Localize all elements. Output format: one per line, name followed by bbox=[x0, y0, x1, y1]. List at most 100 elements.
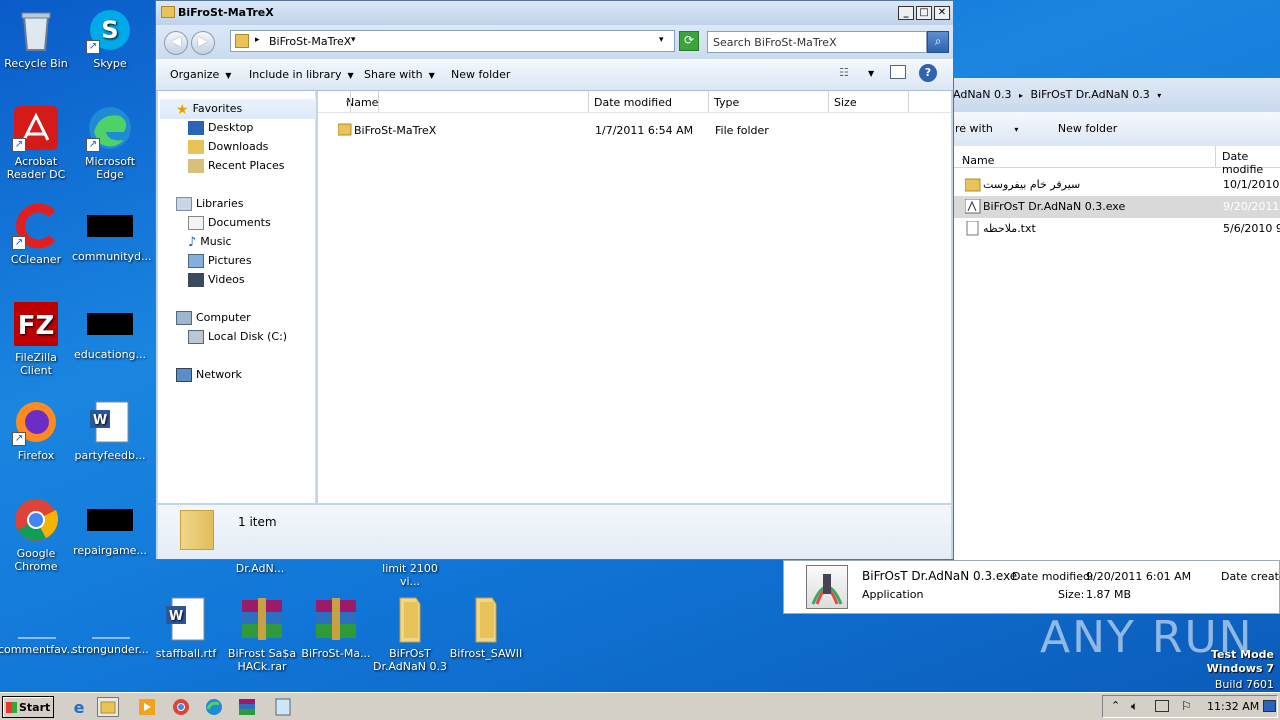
file-list[interactable]: Name ▴ Date modified Type Size BiFroSt-M… bbox=[318, 91, 951, 503]
file-row[interactable]: سيرفر خام بيفروست 10/1/2010 5 bbox=[953, 174, 1280, 196]
search-input[interactable]: Search BiFroSt-MaTreX bbox=[707, 31, 927, 53]
minimize-button[interactable]: _ bbox=[898, 6, 914, 20]
change-view-icon[interactable]: ☷ bbox=[839, 66, 849, 79]
column-date-header[interactable]: Date modified bbox=[589, 91, 709, 113]
desktop-icon-educationg[interactable]: educationg... bbox=[72, 300, 148, 361]
nav-item-network[interactable]: Network bbox=[176, 368, 242, 382]
sort-up-icon: ▴ bbox=[332, 91, 351, 113]
desktop-icon-ccleaner[interactable]: ↗ CCleaner bbox=[0, 202, 74, 266]
nav-label: Desktop bbox=[208, 121, 254, 134]
share-with-menu[interactable]: re with ▾ bbox=[955, 122, 1036, 135]
chrome-taskbar-icon[interactable] bbox=[170, 697, 192, 717]
desktop-icon-edge[interactable]: ↗ Microsoft Edge bbox=[72, 104, 148, 181]
back-button[interactable]: ◀ bbox=[164, 31, 188, 55]
explorer-window[interactable]: BiFroSt-MaTreX _ □ ✕ ◀ ▶ ▸ BiFroSt-MaTre… bbox=[155, 0, 954, 560]
desktop-icon-bifrost-adnan[interactable]: BiFrOsT Dr.AdNaN 0.3 bbox=[372, 596, 448, 673]
desktop-icon-label: strongunder... bbox=[72, 643, 149, 656]
nav-item-computer[interactable]: Computer bbox=[176, 311, 251, 325]
preview-pane-icon[interactable] bbox=[890, 65, 906, 79]
background-explorer-window[interactable]: AdNaN 0.3 ▸ BiFrOsT Dr.AdNaN 0.3 ▾ re wi… bbox=[952, 78, 1280, 560]
desktop-icon-bifrost-matrex-rar[interactable]: BiFroSt-Ma... bbox=[298, 596, 374, 660]
start-button[interactable]: Start bbox=[2, 696, 54, 718]
background-address-bar[interactable]: AdNaN 0.3 ▸ BiFrOsT Dr.AdNaN 0.3 ▾ bbox=[953, 78, 1280, 112]
desktop-icon-recycle-bin[interactable]: Recycle Bin bbox=[0, 6, 74, 70]
close-button[interactable]: ✕ bbox=[934, 6, 950, 20]
nav-label: Videos bbox=[208, 273, 245, 286]
breadcrumb-segment[interactable]: BiFroSt-MaTreX bbox=[269, 35, 351, 48]
include-in-library-menu[interactable]: Include in library ▼ bbox=[249, 68, 354, 81]
desktop-icon-chrome[interactable]: Google Chrome bbox=[0, 496, 74, 573]
file-name: BiFrOsT Dr.AdNaN 0.3.exe bbox=[983, 200, 1126, 213]
desktop-icon-communityd[interactable]: communityd... bbox=[72, 202, 152, 263]
search-icon[interactable]: ⌕ bbox=[927, 31, 949, 53]
nav-item-recent-places[interactable]: Recent Places bbox=[188, 159, 285, 173]
action-center-flag-icon[interactable]: ⚐ bbox=[1181, 699, 1192, 713]
nav-item-downloads[interactable]: Downloads bbox=[188, 140, 268, 154]
desktop-icon-bifrost-sawii[interactable]: Bifrost_SAWII bbox=[448, 596, 524, 660]
nav-item-local-disk[interactable]: Local Disk (C:) bbox=[188, 330, 287, 344]
share-with-menu[interactable]: Share with ▼ bbox=[364, 68, 435, 81]
column-date-header[interactable]: Date modifie bbox=[1215, 146, 1280, 176]
desktop-icon-label: Firefox bbox=[17, 449, 55, 462]
desktop-icon-dr-adn[interactable]: Dr.AdN... bbox=[222, 562, 298, 575]
show-hidden-icons-icon[interactable]: ⌃ bbox=[1111, 699, 1120, 712]
column-size-header[interactable]: Size bbox=[829, 91, 909, 113]
desktop-icon-limit[interactable]: limit 2100 vi... bbox=[372, 562, 448, 588]
chevron-right-icon[interactable]: ▸ bbox=[255, 35, 260, 45]
column-name-header[interactable]: Name ▴ bbox=[318, 91, 589, 113]
explorer-taskbar-icon[interactable] bbox=[97, 697, 119, 717]
winrar-taskbar-icon[interactable] bbox=[236, 697, 258, 717]
maximize-button[interactable]: □ bbox=[916, 6, 932, 20]
view-dropdown-icon[interactable]: ▼ bbox=[868, 69, 874, 78]
column-header: Name ▴ Date modified Type Size bbox=[318, 91, 951, 113]
desktop-icon-partyfeedb[interactable]: W partyfeedb... bbox=[72, 398, 148, 462]
notepad-taskbar-icon[interactable] bbox=[272, 697, 294, 717]
desktop-icon-bifrost-sasa-rar[interactable]: BiFrost Sa$a HACk.rar bbox=[224, 596, 300, 673]
file-row[interactable]: BiFroSt-MaTreX 1/7/2011 6:54 AM File fol… bbox=[318, 121, 951, 141]
new-folder-button[interactable]: New folder bbox=[1058, 122, 1117, 135]
desktop-icon-filezilla[interactable]: FZ FileZilla Client bbox=[0, 300, 74, 377]
breadcrumb-segment[interactable]: AdNaN 0.3 bbox=[953, 88, 1012, 101]
desktop-icon-label: FileZilla Client bbox=[15, 351, 57, 377]
edge-taskbar-icon[interactable] bbox=[203, 697, 225, 717]
network-tray-icon[interactable] bbox=[1155, 700, 1169, 712]
nav-item-documents[interactable]: Documents bbox=[188, 216, 271, 230]
nav-item-favorites-label[interactable]: ★ Favorites bbox=[176, 102, 242, 118]
show-desktop-icon[interactable] bbox=[1263, 700, 1276, 712]
folder-icon bbox=[235, 34, 249, 48]
forward-button[interactable]: ▶ bbox=[191, 31, 215, 55]
nav-item-desktop[interactable]: Desktop bbox=[188, 121, 253, 135]
skype-icon: S ↗ bbox=[86, 6, 134, 54]
help-icon[interactable]: ? bbox=[919, 64, 937, 82]
desktop-icon-staffball[interactable]: W staffball.rtf bbox=[148, 596, 224, 660]
internet-explorer-icon[interactable]: e bbox=[68, 697, 90, 717]
new-folder-button[interactable]: New folder bbox=[451, 68, 510, 81]
desktop-icon-skype[interactable]: S ↗ Skype bbox=[72, 6, 148, 70]
desktop-icon-repairgame[interactable]: repairgame... bbox=[72, 496, 148, 557]
title-bar[interactable]: BiFroSt-MaTreX _ □ ✕ bbox=[156, 1, 953, 25]
refresh-icon[interactable]: ⟳ bbox=[679, 31, 699, 51]
desktop-icon-firefox[interactable]: ↗ Firefox bbox=[0, 398, 74, 462]
organize-menu[interactable]: Organize ▼ bbox=[170, 68, 231, 81]
desktop-icon-acrobat[interactable]: ↗ Acrobat Reader DC bbox=[0, 104, 74, 181]
sort-up-icon: ▴ bbox=[962, 154, 966, 162]
address-bar[interactable]: ▸ BiFroSt-MaTreX ▾ ▾ bbox=[230, 30, 675, 52]
media-player-icon[interactable] bbox=[136, 697, 158, 717]
file-row[interactable]: ملاحظه.txt 5/6/2010 9: bbox=[953, 218, 1280, 240]
svg-text:W: W bbox=[169, 609, 183, 624]
desktop-icon-strongunder[interactable]: strongunder... bbox=[72, 594, 149, 656]
recycle-bin-icon bbox=[12, 6, 60, 54]
nav-item-pictures[interactable]: Pictures bbox=[188, 254, 252, 268]
desktop-icon-commentfav[interactable]: commentfav... bbox=[0, 594, 77, 656]
nav-item-libraries[interactable]: Libraries bbox=[176, 197, 244, 211]
nav-item-music[interactable]: ♪ Music bbox=[188, 235, 232, 250]
clock[interactable]: 11:32 AM bbox=[1207, 700, 1259, 713]
column-type-header[interactable]: Type bbox=[709, 91, 829, 113]
breadcrumb-segment[interactable]: BiFrOsT Dr.AdNaN 0.3 bbox=[1031, 88, 1150, 101]
file-row-selected[interactable]: BiFrOsT Dr.AdNaN 0.3.exe 9/20/2011 6 bbox=[953, 196, 1280, 218]
nav-label: Downloads bbox=[208, 140, 269, 153]
chevron-down-icon[interactable]: ▾ bbox=[351, 35, 356, 45]
volume-icon[interactable]: 🔈︎ bbox=[1131, 699, 1138, 714]
address-dropdown-icon[interactable]: ▾ bbox=[659, 35, 664, 45]
nav-item-videos[interactable]: Videos bbox=[188, 273, 245, 287]
